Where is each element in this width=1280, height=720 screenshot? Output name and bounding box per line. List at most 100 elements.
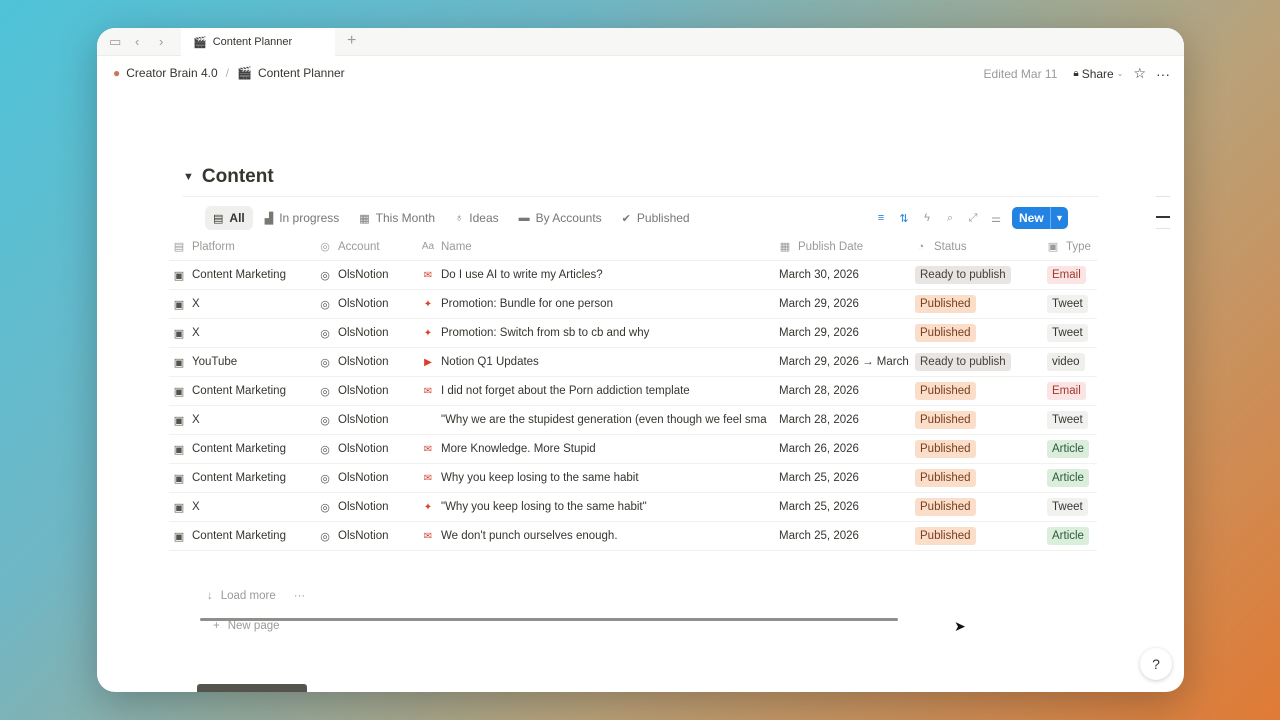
name-cell[interactable]: ▶ Notion Q1 Updates <box>422 348 774 376</box>
view-tab-ideas[interactable]: ♁ Ideas <box>447 206 507 230</box>
more-icon[interactable]: ··· <box>1156 66 1170 82</box>
view-tab-in-progress[interactable]: ▟ In progress <box>257 206 348 230</box>
status-cell[interactable]: Published <box>915 493 1043 521</box>
account-cell[interactable]: ◎ OlsNotion <box>319 377 419 405</box>
chevron-down-icon[interactable]: ▼ <box>1050 207 1068 229</box>
type-cell[interactable]: Email <box>1047 377 1097 405</box>
date-cell[interactable]: March 25, 2026 <box>779 464 911 492</box>
name-cell[interactable]: "Why we are the stupidest generation (ev… <box>422 406 774 434</box>
date-cell[interactable]: March 26, 2026 <box>779 435 911 463</box>
table-row[interactable]: ▣ Content Marketing ◎ OlsNotion ✉ Do I u… <box>169 261 1097 290</box>
expand-icon[interactable]: ⤢ <box>967 212 979 225</box>
filter-icon[interactable]: ≡ <box>875 212 887 224</box>
status-cell[interactable]: Published <box>915 522 1043 550</box>
new-button[interactable]: New ▼ <box>1012 207 1068 229</box>
platform-cell[interactable]: ▣ Content Marketing <box>173 435 313 463</box>
date-cell[interactable]: March 29, 2026 → March <box>779 348 911 376</box>
outline-current-marker[interactable] <box>1156 216 1170 218</box>
platform-cell[interactable]: ▣ X <box>173 406 313 434</box>
account-cell[interactable]: ◎ OlsNotion <box>319 290 419 318</box>
sidebar-toggle-icon[interactable]: ▭ <box>109 34 121 50</box>
name-cell[interactable]: ✉ Why you keep losing to the same habit <box>422 464 774 492</box>
breadcrumb-workspace[interactable]: Creator Brain 4.0 <box>126 66 217 80</box>
star-icon[interactable]: ☆ <box>1133 65 1146 82</box>
search-icon[interactable]: ⌕ <box>944 212 956 225</box>
back-arrow-icon[interactable]: ‹ <box>135 34 139 50</box>
table-row[interactable]: ▣ Content Marketing ◎ OlsNotion ✉ We don… <box>169 522 1097 551</box>
table-row[interactable]: ▣ X ◎ OlsNotion "Why we are the stupides… <box>169 406 1097 435</box>
name-cell[interactable]: ✉ I did not forget about the Porn addict… <box>422 377 774 405</box>
name-cell[interactable]: ✉ Do I use AI to write my Articles? <box>422 261 774 289</box>
horizontal-scrollbar[interactable] <box>200 618 898 621</box>
name-cell[interactable]: ✦ Promotion: Switch from sb to cb and wh… <box>422 319 774 347</box>
account-cell[interactable]: ◎ OlsNotion <box>319 464 419 492</box>
name-cell[interactable]: ✦ "Why you keep losing to the same habit… <box>422 493 774 521</box>
new-tab-icon[interactable]: + <box>347 32 356 50</box>
account-cell[interactable]: ◎ OlsNotion <box>319 435 419 463</box>
type-cell[interactable]: Tweet <box>1047 319 1097 347</box>
status-cell[interactable]: Published <box>915 319 1043 347</box>
column-header-name[interactable]: Aa Name <box>422 233 774 260</box>
platform-cell[interactable]: ▣ X <box>173 493 313 521</box>
date-cell[interactable]: March 28, 2026 <box>779 406 911 434</box>
platform-cell[interactable]: ▣ YouTube <box>173 348 313 376</box>
sort-icon[interactable]: ⇅ <box>898 212 910 225</box>
settings-icon[interactable]: ⚌ <box>990 212 1002 225</box>
status-cell[interactable]: Published <box>915 290 1043 318</box>
date-cell[interactable]: March 29, 2026 <box>779 290 911 318</box>
column-header-type[interactable]: ▣ Type <box>1047 233 1097 260</box>
type-cell[interactable]: Email <box>1047 261 1097 289</box>
column-header-account[interactable]: ◎ Account <box>319 233 419 260</box>
type-cell[interactable]: Article <box>1047 522 1097 550</box>
status-cell[interactable]: Published <box>915 464 1043 492</box>
breadcrumb-page[interactable]: Content Planner <box>258 66 345 80</box>
forward-arrow-icon[interactable]: › <box>159 34 163 50</box>
view-tab-published[interactable]: ✔ Published <box>614 206 698 230</box>
name-cell[interactable]: ✉ We don't punch ourselves enough. <box>422 522 774 550</box>
help-button[interactable]: ? <box>1140 648 1172 680</box>
column-header-publish-date[interactable]: ▦ Publish Date <box>779 233 911 260</box>
view-tab-all[interactable]: ▤ All <box>205 206 253 230</box>
view-tab-this-month[interactable]: ▦ This Month <box>351 206 443 230</box>
table-row[interactable]: ▣ Content Marketing ◎ OlsNotion ✉ Why yo… <box>169 464 1097 493</box>
account-cell[interactable]: ◎ OlsNotion <box>319 319 419 347</box>
date-cell[interactable]: March 25, 2026 <box>779 522 911 550</box>
status-cell[interactable]: Ready to publish <box>915 261 1043 289</box>
more-icon[interactable]: ··· <box>294 590 306 602</box>
type-cell[interactable]: video <box>1047 348 1097 376</box>
date-cell[interactable]: March 30, 2026 <box>779 261 911 289</box>
automation-icon[interactable]: ϟ <box>921 212 933 224</box>
platform-cell[interactable]: ▣ X <box>173 319 313 347</box>
table-row[interactable]: ▣ YouTube ◎ OlsNotion ▶ Notion Q1 Update… <box>169 348 1097 377</box>
new-page-button[interactable]: + New page <box>213 620 280 632</box>
account-cell[interactable]: ◎ OlsNotion <box>319 522 419 550</box>
table-row[interactable]: ▣ X ◎ OlsNotion ✦ Promotion: Switch from… <box>169 319 1097 348</box>
type-cell[interactable]: Tweet <box>1047 493 1097 521</box>
platform-cell[interactable]: ▣ Content Marketing <box>173 261 313 289</box>
type-cell[interactable]: Article <box>1047 464 1097 492</box>
toggle-triangle-icon[interactable]: ▼ <box>183 171 194 183</box>
type-cell[interactable]: Tweet <box>1047 290 1097 318</box>
table-row[interactable]: ▣ X ◎ OlsNotion ✦ Promotion: Bundle for … <box>169 290 1097 319</box>
status-cell[interactable]: Published <box>915 406 1043 434</box>
date-cell[interactable]: March 25, 2026 <box>779 493 911 521</box>
status-cell[interactable]: Ready to publish <box>915 348 1043 376</box>
account-cell[interactable]: ◎ OlsNotion <box>319 406 419 434</box>
platform-cell[interactable]: ▣ Content Marketing <box>173 522 313 550</box>
column-header-platform[interactable]: ▤ Platform <box>173 233 313 260</box>
share-button[interactable]: 🔒︎ Share ⌄ <box>1073 67 1123 81</box>
load-more-button[interactable]: ↓ Load more ··· <box>207 590 305 602</box>
account-cell[interactable]: ◎ OlsNotion <box>319 493 419 521</box>
column-header-status[interactable]: ◔ Status <box>915 233 1043 260</box>
platform-cell[interactable]: ▣ X <box>173 290 313 318</box>
table-row[interactable]: ▣ Content Marketing ◎ OlsNotion ✉ I did … <box>169 377 1097 406</box>
account-cell[interactable]: ◎ OlsNotion <box>319 348 419 376</box>
account-cell[interactable]: ◎ OlsNotion <box>319 261 419 289</box>
name-cell[interactable]: ✦ Promotion: Bundle for one person <box>422 290 774 318</box>
tab-content-planner[interactable]: 🎬 Content Planner <box>181 28 335 56</box>
name-cell[interactable]: ✉ More Knowledge. More Stupid <box>422 435 774 463</box>
type-cell[interactable]: Tweet <box>1047 406 1097 434</box>
view-tab-by-accounts[interactable]: ▬ By Accounts <box>511 206 610 230</box>
table-row[interactable]: ▣ Content Marketing ◎ OlsNotion ✉ More K… <box>169 435 1097 464</box>
status-cell[interactable]: Published <box>915 377 1043 405</box>
